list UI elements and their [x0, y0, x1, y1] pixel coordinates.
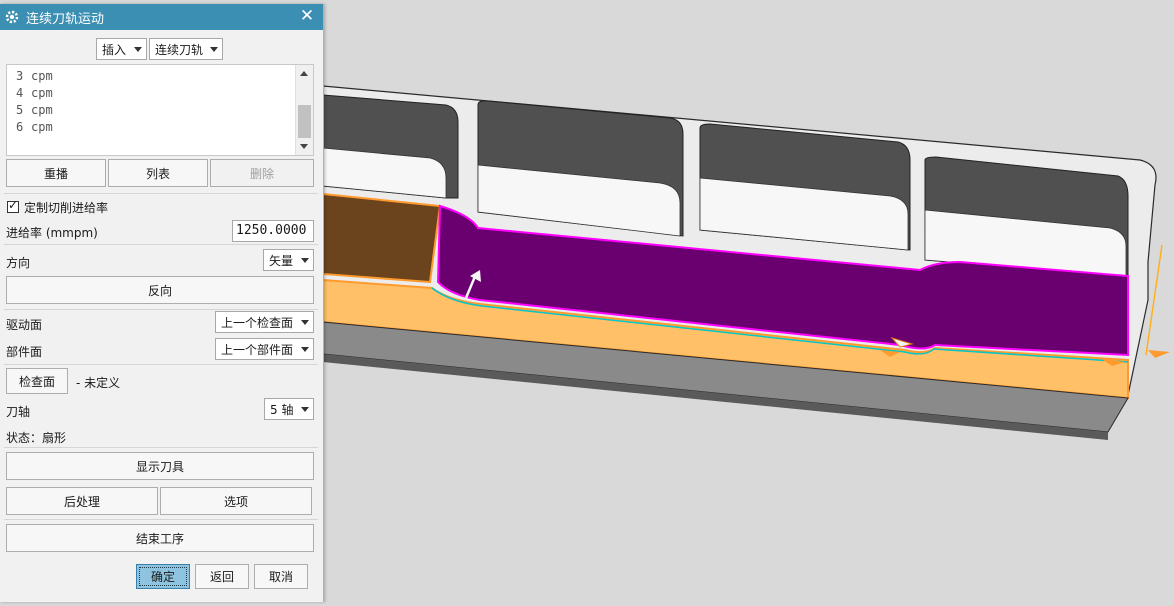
- back-button[interactable]: 返回: [195, 564, 249, 589]
- tool-axis-label: 刀轴: [6, 405, 31, 419]
- chevron-down-icon: [301, 347, 309, 352]
- dialog-title-bar[interactable]: 连续刀轨运动 ✕: [0, 4, 323, 30]
- chevron-down-icon: [134, 47, 142, 52]
- close-icon[interactable]: ✕: [299, 7, 315, 25]
- divider: [4, 244, 318, 245]
- list-item[interactable]: 3 cpm: [16, 69, 53, 83]
- feed-rate-label: 进给率 (mmpm): [6, 226, 98, 240]
- status-text: 状态：扇形: [6, 431, 67, 445]
- list-button[interactable]: 列表: [108, 159, 208, 187]
- drive-surface-label: 驱动面: [6, 318, 43, 332]
- divider: [4, 519, 318, 520]
- insert-dropdown-value: 插入: [102, 42, 127, 57]
- divider: [4, 193, 318, 194]
- post-process-button[interactable]: 后处理: [6, 487, 158, 515]
- cancel-button[interactable]: 取消: [254, 564, 308, 589]
- reverse-button[interactable]: 反向: [6, 276, 314, 304]
- direction-dropdown[interactable]: 矢量: [263, 249, 314, 271]
- part-surface-label: 部件面: [6, 345, 43, 359]
- list-item[interactable]: 6 cpm: [16, 120, 53, 134]
- list-item[interactable]: 4 cpm: [16, 86, 53, 100]
- divider: [4, 309, 318, 310]
- motion-list[interactable]: 3 cpm 4 cpm 5 cpm 6 cpm: [6, 64, 314, 156]
- ok-button[interactable]: 确定: [136, 564, 190, 589]
- end-operation-button[interactable]: 结束工序: [6, 524, 314, 552]
- part-surface-value: 上一个部件面: [221, 342, 294, 357]
- custom-feed-label: 定制切削进给率: [24, 201, 109, 215]
- tool-axis-dropdown[interactable]: 5 轴: [264, 398, 314, 420]
- chevron-down-icon: [301, 407, 309, 412]
- direction-dropdown-value: 矢量: [269, 253, 294, 268]
- check-surface-button[interactable]: 检查面: [6, 368, 68, 394]
- direction-label: 方向: [6, 256, 31, 270]
- list-item[interactable]: 5 cpm: [16, 103, 53, 117]
- scroll-up-icon[interactable]: [300, 71, 308, 76]
- type-dropdown[interactable]: 连续刀轨: [149, 38, 223, 60]
- divider: [4, 364, 318, 365]
- feed-rate-input[interactable]: 1250.0000: [232, 220, 314, 242]
- options-button[interactable]: 选项: [160, 487, 312, 515]
- custom-feed-checkbox[interactable]: ✓: [7, 198, 19, 213]
- scrollbar-thumb[interactable]: [298, 105, 311, 138]
- chevron-down-icon: [301, 320, 309, 325]
- scroll-down-icon[interactable]: [300, 144, 308, 149]
- tool-axis-value: 5 轴: [270, 402, 294, 417]
- part-surface-dropdown[interactable]: 上一个部件面: [215, 338, 314, 360]
- type-dropdown-value: 连续刀轨: [155, 42, 204, 57]
- show-tool-button[interactable]: 显示刀具: [6, 452, 314, 480]
- drive-surface-dropdown[interactable]: 上一个检查面: [215, 311, 314, 333]
- checkmark-icon: ✓: [8, 198, 19, 212]
- check-surface-status: - 未定义: [76, 376, 121, 390]
- chevron-down-icon: [210, 47, 218, 52]
- gear-icon: [5, 10, 19, 24]
- drive-surface-value: 上一个检查面: [221, 315, 294, 330]
- divider: [4, 447, 318, 448]
- dialog-title: 连续刀轨运动: [26, 11, 105, 27]
- replay-button[interactable]: 重播: [6, 159, 106, 187]
- continuous-toolpath-dialog: 连续刀轨运动 ✕ 插入 连续刀轨 3 cpm 4 cpm 5 cpm 6 cpm 重播 …: [0, 4, 324, 602]
- insert-dropdown[interactable]: 插入: [96, 38, 147, 60]
- delete-button[interactable]: 删除: [210, 159, 314, 187]
- list-scrollbar[interactable]: [295, 65, 313, 155]
- chevron-down-icon: [301, 258, 309, 263]
